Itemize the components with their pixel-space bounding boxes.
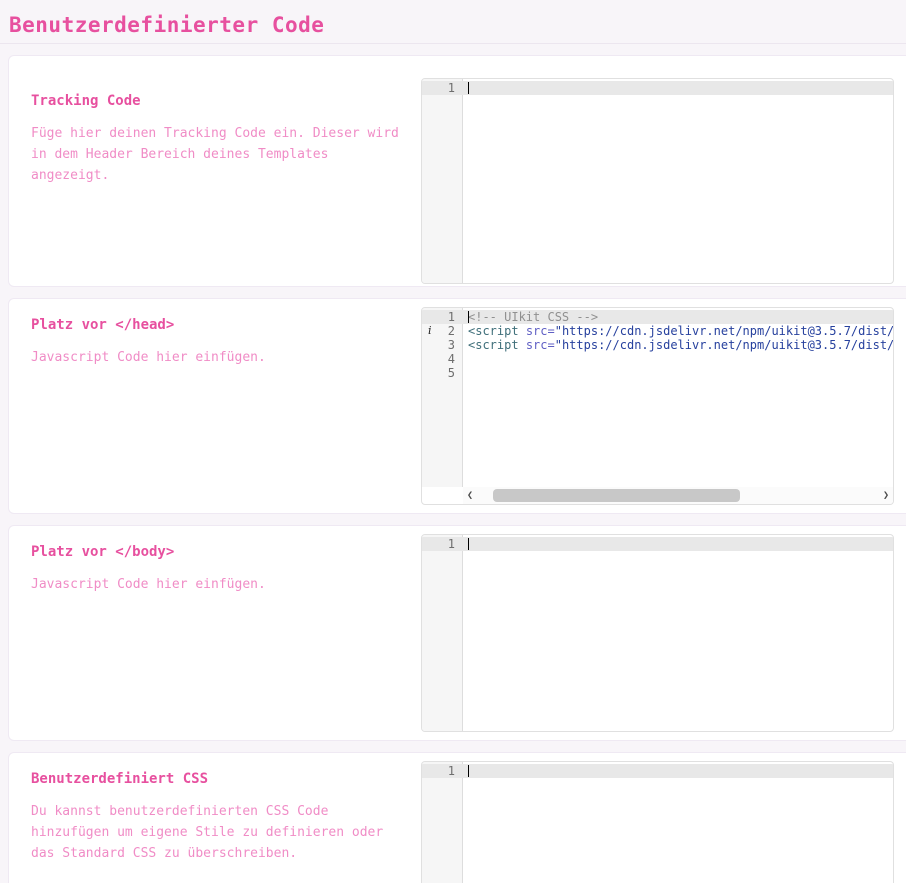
code-text[interactable] [464,537,893,551]
code-token: <!-- UIkit CSS --> [468,310,598,324]
code-line[interactable]: 5 [422,366,893,380]
text-cursor [468,82,469,94]
section-description: Javascript Code hier einfügen. [31,574,399,595]
code-token: <script [468,324,519,338]
section-info: Tracking Code Füge hier deinen Tracking … [31,78,399,284]
code-text[interactable] [464,764,893,778]
section-before-head: Platz vor </head> Javascript Code hier e… [8,298,906,514]
line-number: 4 [422,352,464,366]
code-token [519,338,526,352]
text-cursor [468,765,469,777]
text-cursor [468,538,469,550]
code-token: <script [468,338,519,352]
scroll-right-icon[interactable]: ❯ [879,487,893,504]
editor-gutter [422,535,463,731]
scrollbar-track[interactable] [477,487,879,504]
section-info: Platz vor </body> Javascript Code hier e… [31,534,399,732]
section-description: Javascript Code hier einfügen. [31,347,399,368]
code-line[interactable]: 1 [422,764,893,778]
line-number: 1 [422,537,464,551]
code-text[interactable]: <script src="https://cdn.jsdelivr.net/np… [464,324,893,338]
editor-lines: 1<!-- UIkit CSS -->2i<script src="https:… [422,308,893,380]
scrollbar-thumb[interactable] [493,489,740,502]
code-line[interactable]: 1 <!-- UIkit CSS --> [422,310,893,324]
code-token: "https://cdn.jsdelivr.net/npm/uikit@3.5.… [555,324,893,338]
code-token: src= [526,324,555,338]
code-text[interactable] [464,81,893,95]
section-heading: Tracking Code [31,93,399,109]
section-heading: Platz vor </body> [31,544,399,560]
main-content: Tracking Code Füge hier deinen Tracking … [0,44,906,883]
section-info: Benutzerdefiniert CSS Du kannst benutzer… [31,761,399,883]
editor-lines: 1 [422,79,893,95]
section-tracking-code: Tracking Code Füge hier deinen Tracking … [8,55,906,287]
page-title: Benutzerdefinierter Code [9,13,906,37]
line-number: 5 [422,366,464,380]
code-text[interactable] [464,366,893,380]
section-info: Platz vor </head> Javascript Code hier e… [31,307,399,505]
code-line[interactable]: 1 [422,537,893,551]
section-heading: Platz vor </head> [31,317,399,333]
text-cursor [468,311,469,323]
code-line[interactable]: 1 [422,81,893,95]
line-number: 1 [422,764,464,778]
line-number: 2i [422,324,464,338]
before-head-editor[interactable]: 1<!-- UIkit CSS -->2i<script src="https:… [421,307,894,505]
line-number: 1 [422,310,464,324]
line-number: 3 [422,338,464,352]
code-token: src= [526,338,555,352]
scroll-left-icon[interactable]: ❮ [463,487,477,504]
section-before-body: Platz vor </body> Javascript Code hier e… [8,525,906,741]
editor-lines: 1 [422,535,893,551]
section-heading: Benutzerdefiniert CSS [31,771,399,787]
code-text[interactable] [464,352,893,366]
code-line[interactable]: 4 [422,352,893,366]
code-token [519,324,526,338]
code-line[interactable]: 2i<script src="https://cdn.jsdelivr.net/… [422,324,893,338]
horizontal-scrollbar[interactable]: ❮❯ [463,487,893,504]
section-custom-css: Benutzerdefiniert CSS Du kannst benutzer… [8,752,906,883]
before-body-editor[interactable]: 1 [421,534,894,732]
code-line[interactable]: 3<script src="https://cdn.jsdelivr.net/n… [422,338,893,352]
editor-gutter [422,762,463,883]
lint-info-icon: i [428,324,432,338]
section-description: Füge hier deinen Tracking Code ein. Dies… [31,123,399,186]
tracking-code-editor[interactable]: 1 [421,78,894,284]
code-token: "https://cdn.jsdelivr.net/npm/uikit@3.5.… [555,338,893,352]
page-header: Benutzerdefinierter Code [0,0,906,44]
code-text[interactable]: <script src="https://cdn.jsdelivr.net/np… [464,338,893,352]
editor-gutter [422,79,463,283]
section-description: Du kannst benutzerdefinierten CSS Code h… [31,801,399,864]
custom-css-editor[interactable]: 1 [421,761,894,883]
editor-lines: 1 [422,762,893,778]
code-text[interactable]: <!-- UIkit CSS --> [464,310,893,324]
line-number: 1 [422,81,464,95]
